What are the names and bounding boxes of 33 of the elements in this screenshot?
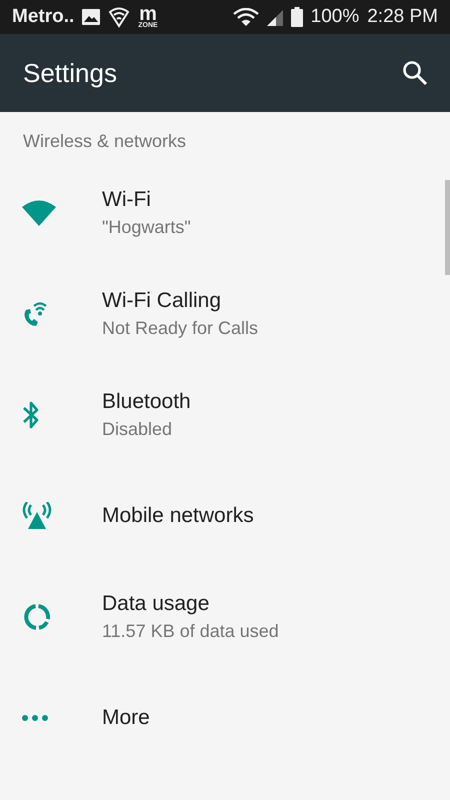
settings-item[interactable]: Wi-Fi "Hogwarts" (0, 162, 444, 263)
item-title: Data usage (102, 592, 210, 616)
item-title: Mobile networks (102, 504, 254, 528)
clock: 2:28 PM (367, 6, 438, 28)
settings-item[interactable]: Mobile networks (0, 465, 444, 566)
item-title: Bluetooth (102, 390, 191, 414)
item-title: Wi-Fi (102, 188, 152, 212)
carrier-name: Metro.. (12, 6, 74, 28)
item-summary: 11.57 KB of data used (102, 620, 279, 642)
antenna-icon (22, 502, 52, 530)
item-title: More (102, 706, 150, 730)
item-title: Wi-Fi Calling (102, 288, 222, 312)
wifi-icon (22, 200, 56, 226)
shield-icon (108, 6, 130, 28)
settings-item[interactable]: Bluetooth Disabled (0, 364, 444, 465)
settings-item[interactable]: More (0, 667, 444, 768)
item-summary: "Hogwarts" (102, 216, 191, 238)
wifi-calling-icon (22, 300, 48, 328)
item-summary: Not Ready for Calls (102, 318, 258, 338)
data-usage-icon (22, 602, 52, 632)
signal-icon (266, 8, 283, 26)
more-icon (22, 714, 48, 720)
screen-title: Settings (23, 58, 117, 88)
settings-item[interactable]: Data usage 11.57 KB of data used (0, 566, 444, 667)
settings-item[interactable]: Wi-Fi Calling Not Ready for Calls (0, 263, 444, 364)
wifi-icon (232, 8, 259, 26)
section-header: Wireless & networks (22, 130, 188, 153)
battery-icon (290, 7, 303, 27)
image-icon (82, 9, 100, 25)
item-summary: Disabled (102, 418, 174, 440)
battery-percent: 100% (310, 6, 360, 28)
bluetooth-icon (22, 400, 40, 430)
search-icon[interactable] (402, 60, 428, 86)
